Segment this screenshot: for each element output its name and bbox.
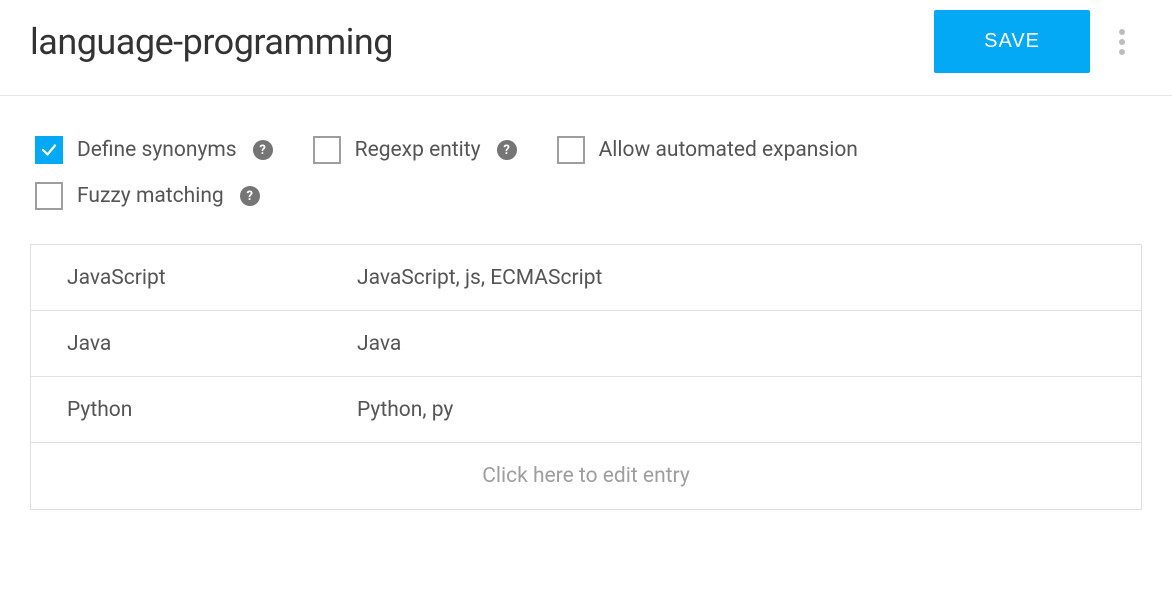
header-actions: SAVE [934, 10, 1142, 73]
entry-synonyms[interactable]: Python, py [357, 398, 1105, 422]
page-title: language-programming [30, 21, 393, 63]
checkbox-unchecked-icon[interactable] [313, 136, 341, 164]
option-regexp-entity[interactable]: Regexp entity ? [313, 136, 517, 164]
option-define-synonyms[interactable]: Define synonyms ? [35, 136, 273, 164]
entry-synonyms[interactable]: JavaScript, js, ECMAScript [357, 266, 1105, 290]
option-label: Regexp entity [355, 138, 481, 162]
entity-options: Define synonyms ? Regexp entity ? Allow … [0, 96, 1172, 238]
add-entry-placeholder: Click here to edit entry [482, 464, 690, 488]
entry-value[interactable]: Java [67, 332, 357, 356]
add-entry-row[interactable]: Click here to edit entry [31, 443, 1141, 509]
help-icon[interactable]: ? [497, 140, 517, 160]
entry-value[interactable]: JavaScript [67, 266, 357, 290]
more-menu-button[interactable] [1102, 22, 1142, 62]
checkbox-unchecked-icon[interactable] [35, 182, 63, 210]
option-allow-automated-expansion[interactable]: Allow automated expansion [557, 136, 858, 164]
option-fuzzy-matching[interactable]: Fuzzy matching ? [35, 182, 295, 210]
save-button[interactable]: SAVE [934, 10, 1090, 73]
option-label: Fuzzy matching [77, 184, 224, 208]
help-icon[interactable]: ? [240, 186, 260, 206]
table-row[interactable]: Java Java [31, 311, 1141, 377]
help-icon[interactable]: ? [253, 140, 273, 160]
checkbox-unchecked-icon[interactable] [557, 136, 585, 164]
page-header: language-programming SAVE [0, 0, 1172, 96]
table-row[interactable]: JavaScript JavaScript, js, ECMAScript [31, 245, 1141, 311]
checkbox-checked-icon[interactable] [35, 136, 63, 164]
entries-table: JavaScript JavaScript, js, ECMAScript Ja… [30, 244, 1142, 510]
entry-synonyms[interactable]: Java [357, 332, 1105, 356]
option-label: Define synonyms [77, 138, 237, 162]
table-row[interactable]: Python Python, py [31, 377, 1141, 443]
more-vertical-icon [1119, 29, 1125, 55]
entry-value[interactable]: Python [67, 398, 357, 422]
option-label: Allow automated expansion [599, 138, 858, 162]
